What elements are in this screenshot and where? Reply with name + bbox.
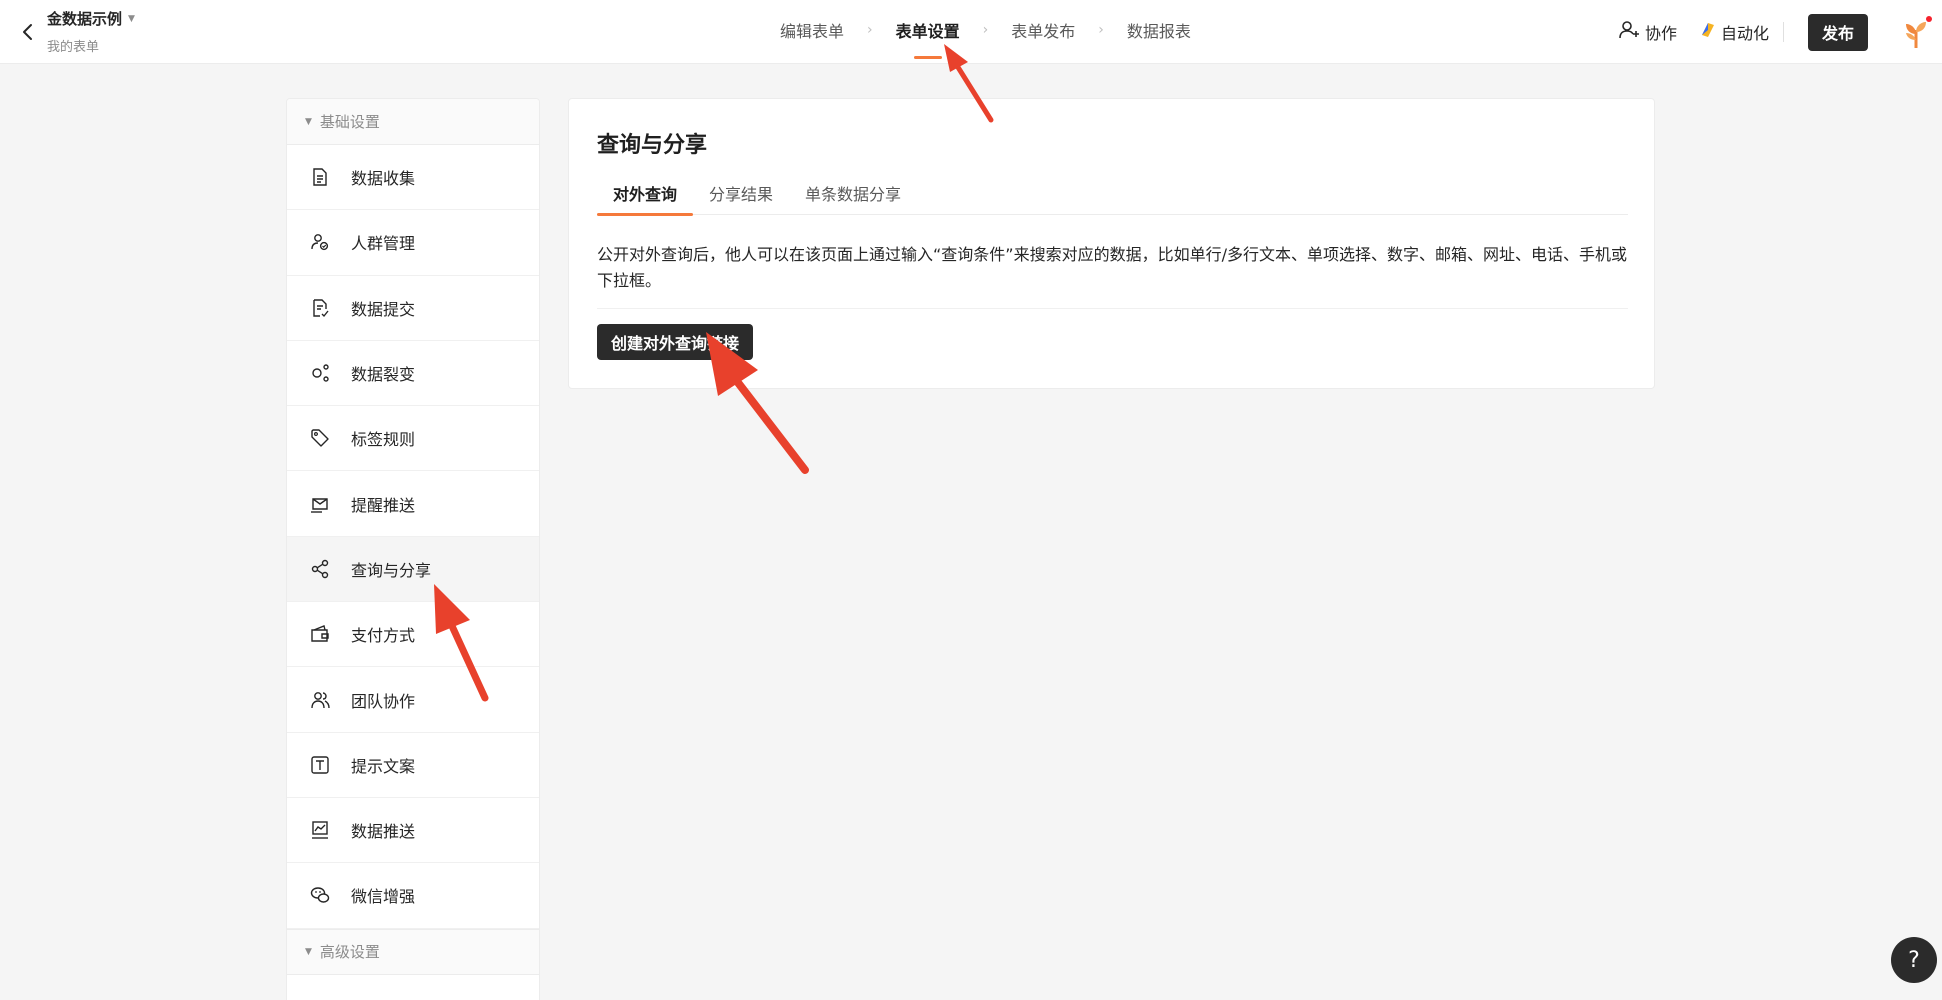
sidebar-item-label: 团队协作 [351,691,416,711]
wechat-icon [309,884,331,906]
sidebar-item-data-push[interactable]: 数据推送 [287,798,539,864]
form-title[interactable]: 金数据示例 ▼ [47,8,135,29]
chevron-right-icon: › [982,22,989,38]
automation-label: 自动化 [1720,24,1769,43]
wallet-icon [309,623,331,645]
group-label: 基础设置 [319,113,380,131]
step-form-publish[interactable]: 表单发布 [1011,18,1075,42]
avatar[interactable] [1898,14,1934,50]
automation-icon [1699,21,1717,43]
step-edit-form[interactable]: 编辑表单 [780,18,844,42]
group-advanced-settings[interactable]: ▼ 高级设置 [287,928,539,975]
sidebar-item-data-fission[interactable]: 数据裂变 [287,341,539,407]
team-icon [309,689,331,711]
sidebar-item-label: 提醒推送 [351,495,416,515]
page-title: 查询与分享 [597,133,708,158]
sidebar-item-data-submit[interactable]: 数据提交 [287,276,539,341]
sidebar-item-reminder-push[interactable]: 提醒推送 [287,471,539,537]
top-actions: 协作 自动化 发布 [1619,10,1942,54]
form-title-block[interactable]: 金数据示例 ▼ 我的表单 [47,8,135,55]
step-form-settings[interactable]: 表单设置 [896,18,960,42]
tab-bar: 对外查询 分享结果 单条数据分享 [597,181,1628,216]
step-nav: 编辑表单 › 表单设置 › 表单发布 › 数据报表 [780,18,1191,42]
chart-push-icon [309,819,331,841]
fission-icon [309,362,331,384]
automation-button[interactable]: 自动化 [1699,20,1769,44]
sidebar-item-label: 数据收集 [351,169,416,189]
submit-document-icon [309,297,331,319]
create-query-link-button[interactable]: 创建对外查询链接 [597,324,754,360]
sidebar-item-label: 查询与分享 [351,560,432,580]
tab-share-results[interactable]: 分享结果 [693,181,789,215]
sidebar-item-label: 数据提交 [351,299,416,319]
collaborate-button[interactable]: 协作 [1619,20,1677,44]
sidebar-item-team-collab[interactable]: 团队协作 [287,667,539,733]
share-icon [309,558,331,580]
tab-external-query[interactable]: 对外查询 [597,181,694,216]
sidebar-item-data-collection[interactable]: 数据收集 [287,145,539,211]
sidebar-item-label: 提示文案 [351,756,416,776]
sidebar-item-label: 数据推送 [351,822,416,842]
triangle-down-icon: ▼ [305,946,312,957]
feature-description: 公开对外查询后，他人可以在该页面上通过输入“查询条件”来搜索对应的数据，比如单行… [597,242,1628,309]
document-icon [309,166,331,188]
tag-icon [309,427,331,449]
chevron-right-icon: › [1098,22,1104,38]
notification-icon [309,493,331,515]
sidebar-item-tip-text[interactable]: 提示文案 [287,733,539,798]
sidebar-item-wechat[interactable]: 微信增强 [287,863,539,929]
collaborate-label: 协作 [1644,24,1677,43]
sidebar-item-label: 人群管理 [351,234,416,254]
settings-sidebar: ▼ 基础设置 数据收集 人群管理 数据提交 数据裂变 标签规则 提醒推送 查询与… [286,98,540,1000]
form-breadcrumb[interactable]: 我的表单 [47,36,135,55]
sidebar-item-label: 微信增强 [351,887,416,907]
step-data-report[interactable]: 数据报表 [1127,18,1191,42]
divider [1783,22,1784,42]
sidebar-item-query-share[interactable]: 查询与分享 [287,536,539,603]
caret-down-icon[interactable]: ▼ [128,14,135,24]
publish-button[interactable]: 发布 [1808,13,1868,51]
add-user-icon [1619,20,1641,44]
sidebar-item-label: 标签规则 [351,430,416,450]
group-label: 高级设置 [319,943,380,962]
group-basic-settings[interactable]: ▼ 基础设置 [287,99,539,145]
query-share-panel: 查询与分享 对外查询 分享结果 单条数据分享 公开对外查询后，他人可以在该页面上… [568,98,1655,389]
help-button[interactable]: ? [1891,937,1937,983]
notification-dot [1926,16,1932,22]
sidebar-item-payment[interactable]: 支付方式 [287,602,539,668]
tab-single-data-share[interactable]: 单条数据分享 [789,181,917,215]
sidebar-item-label: 数据裂变 [351,365,416,385]
sidebar-item-label: 支付方式 [351,626,416,646]
sidebar-item-audience[interactable]: 人群管理 [287,210,539,276]
back-arrow-icon[interactable] [12,16,44,48]
sidebar-item-tag-rules[interactable]: 标签规则 [287,406,539,472]
form-title-text: 金数据示例 [47,10,123,28]
top-bar: 金数据示例 ▼ 我的表单 编辑表单 › 表单设置 › 表单发布 › 数据报表 协… [0,0,1942,64]
chevron-right-icon: › [867,22,873,38]
text-icon [309,754,331,776]
user-group-icon [309,231,331,253]
triangle-down-icon: ▼ [305,116,312,127]
